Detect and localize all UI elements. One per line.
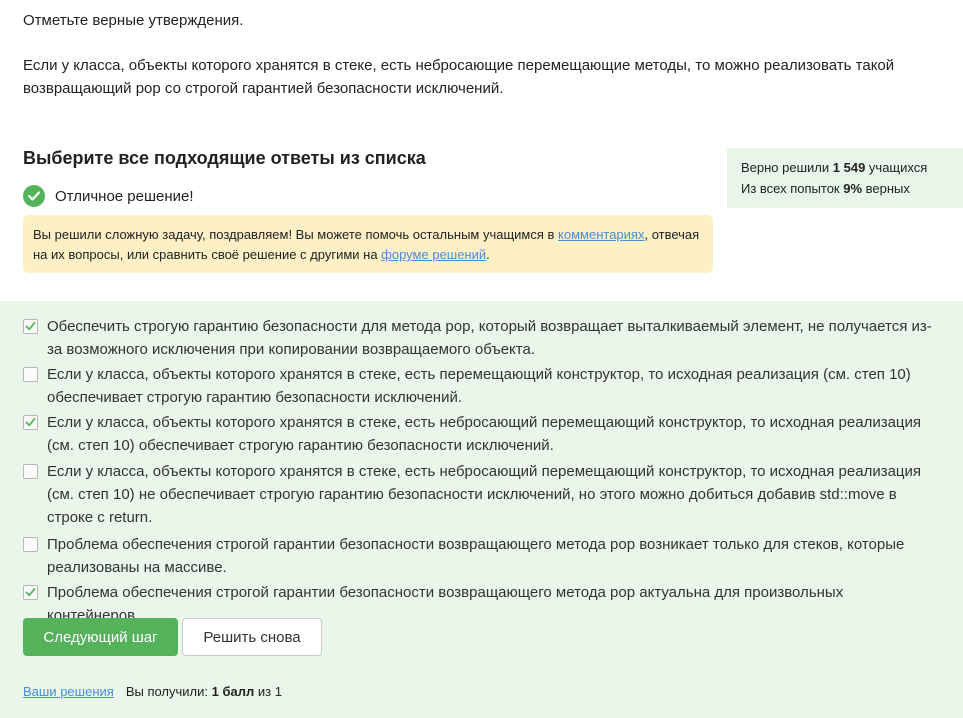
- solved-suffix: учащихся: [865, 160, 928, 175]
- answer-option-text: Обеспечить строгую гарантию безопасности…: [47, 318, 932, 358]
- your-solutions-link[interactable]: Ваши решения: [23, 684, 114, 699]
- attempts-prefix: Из всех попыток: [741, 181, 844, 196]
- answer-option-3[interactable]: Если у класса, объекты которого хранятся…: [23, 411, 938, 457]
- question-prompt: Отметьте верные утверждения.: [23, 12, 244, 29]
- solve-again-button[interactable]: Решить снова: [182, 618, 322, 656]
- checkbox-2[interactable]: [23, 367, 38, 382]
- attempts-suffix: верных: [862, 181, 910, 196]
- answer-option-4[interactable]: Если у класса, объекты которого хранятся…: [23, 460, 938, 529]
- score-value: 1 балл: [211, 684, 255, 699]
- checkbox-6[interactable]: [23, 585, 38, 600]
- answer-option-text: Если у класса, объекты которого хранятся…: [47, 414, 922, 454]
- stats-panel: Верно решили 1 549 учащихся Из всех попы…: [727, 148, 963, 208]
- checkbox-1[interactable]: [23, 319, 38, 334]
- answer-option-text: Если у класса, объекты которого хранятся…: [47, 366, 911, 406]
- comments-link[interactable]: комментариях: [558, 227, 644, 242]
- solved-count: 1 549: [832, 160, 866, 175]
- success-text: Отличное решение!: [55, 187, 194, 205]
- congrats-notice: Вы решили сложную задачу, поздравляем! В…: [23, 215, 713, 273]
- answer-option-text: Если у класса, объекты которого хранятся…: [47, 463, 922, 526]
- score-footer: Ваши решения Вы получили: 1 балл из 1: [23, 684, 282, 699]
- answer-option-1[interactable]: Обеспечить строгую гарантию безопасности…: [23, 315, 938, 361]
- solutions-forum-link[interactable]: форуме решений: [381, 247, 486, 262]
- notice-text-1: Вы решили сложную задачу, поздравляем! В…: [33, 227, 559, 242]
- success-message: Отличное решение!: [23, 185, 194, 207]
- checkbox-4[interactable]: [23, 464, 38, 479]
- checkbox-3[interactable]: [23, 415, 38, 430]
- answer-option-text: Проблема обеспечения строгой гарантии бе…: [47, 536, 905, 576]
- checkbox-5[interactable]: [23, 537, 38, 552]
- score-text: Вы получили: 1 балл из 1: [126, 684, 282, 699]
- solved-stat: Верно решили 1 549 учащихся: [741, 157, 956, 178]
- score-prefix: Вы получили:: [125, 684, 212, 699]
- section-title: Выберите все подходящие ответы из списка: [23, 148, 426, 168]
- question-text: Отметьте верные утверждения. Если у клас…: [23, 9, 923, 100]
- answer-option-2[interactable]: Если у класса, объекты которого хранятся…: [23, 363, 938, 409]
- answer-option-text: Проблема обеспечения строгой гарантии бе…: [47, 584, 844, 624]
- solved-prefix: Верно решили: [741, 160, 833, 175]
- next-step-button[interactable]: Следующий шаг: [23, 618, 178, 656]
- attempts-stat: Из всех попыток 9% верных: [741, 178, 956, 199]
- score-suffix: из 1: [254, 684, 282, 699]
- question-statement: Если у класса, объекты которого хранятся…: [23, 57, 895, 97]
- check-circle-icon: [23, 185, 45, 207]
- answer-option-5[interactable]: Проблема обеспечения строгой гарантии бе…: [23, 533, 938, 579]
- attempts-percent: 9%: [843, 181, 863, 196]
- notice-text-3: .: [486, 247, 490, 262]
